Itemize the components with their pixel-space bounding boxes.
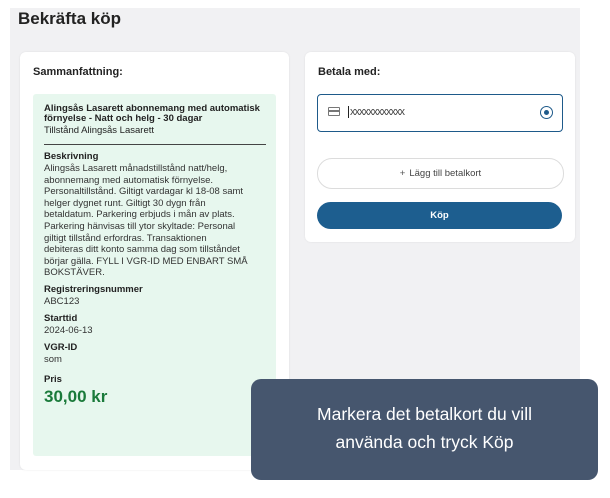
description-line: debiteras ditt konto samma dag som tills… xyxy=(44,244,240,256)
description-line: Parkering hänvisas till ytor skyltade: P… xyxy=(44,220,236,232)
tooltip-line-2: använda och tryck Köp xyxy=(335,432,514,452)
product-subtitle: Tillstånd Alingsås Lasarett xyxy=(44,125,155,136)
registration-label: Registreringsnummer xyxy=(44,283,143,295)
payment-card: Betala med: xxxxxxxxxxxx + Lägg till beta… xyxy=(305,52,575,242)
page-title: Bekräfta köp xyxy=(18,9,121,28)
plus-icon: + xyxy=(399,168,406,179)
start-time-value: 2024-06-13 xyxy=(44,324,93,336)
summary-content: Alingsås Lasarett abonnemang med automat… xyxy=(44,104,266,407)
vgr-id-value: som xyxy=(44,353,62,365)
registration-value: ABC123 xyxy=(44,295,80,307)
card-radio-selected[interactable] xyxy=(540,106,553,119)
vgr-id-label: VGR-ID xyxy=(44,341,78,353)
buy-button[interactable]: Köp xyxy=(317,202,562,229)
price-label: Pris xyxy=(44,373,62,385)
summary-box: Alingsås Lasarett abonnemang med automat… xyxy=(33,94,276,456)
tooltip-line-1: Markera det betalkort du vill xyxy=(317,404,532,424)
price-value: 30,00 kr xyxy=(44,386,108,406)
payment-heading: Betala med: xyxy=(318,66,381,78)
description-line: börjar gälla. FYLL I VGR-ID MED ENBART S… xyxy=(44,255,248,267)
description-line: giltigt tillstånd erfordras. Transaktion… xyxy=(44,232,207,244)
summary-divider xyxy=(44,144,266,145)
product-name: Alingsås Lasarett abonnemang med automat… xyxy=(44,104,266,124)
description-line: Alingsås Lasarett månadstillstånd natt/h… xyxy=(44,163,228,174)
summary-card: Sammanfattning: Alingsås Lasarett abonne… xyxy=(20,52,289,470)
instruction-tooltip: Markera det betalkort du vill använda oc… xyxy=(251,379,598,480)
product-name-line-2: förnyelse - Natt och helg - 30 dagar xyxy=(44,113,203,124)
description-line: helger dygnet runt. Giltigt 30 dygn från xyxy=(44,197,206,209)
description-text: Alingsås Lasarett månadstillstånd natt/h… xyxy=(44,163,266,279)
saved-card-option[interactable]: xxxxxxxxxxxx xyxy=(317,94,563,132)
credit-card-icon xyxy=(328,107,340,116)
add-card-label: Lägg till betalkort xyxy=(409,168,482,179)
description-line: BOKSTÄVER. xyxy=(44,267,105,279)
description-label: Beskrivning xyxy=(44,151,99,162)
description-line: Personaltillstånd. Giltigt vardagar kl 1… xyxy=(44,186,244,198)
summary-heading: Sammanfattning: xyxy=(33,66,123,78)
description-line: abonnemang med automatisk förnyelse. xyxy=(44,174,213,186)
add-card-button[interactable]: + Lägg till betalkort xyxy=(317,158,564,189)
description-line: betaldatum. Parkering erbjuds i mån av p… xyxy=(44,209,235,221)
start-time-label: Starttid xyxy=(44,312,78,324)
card-number: xxxxxxxxxxxx xyxy=(348,106,405,118)
